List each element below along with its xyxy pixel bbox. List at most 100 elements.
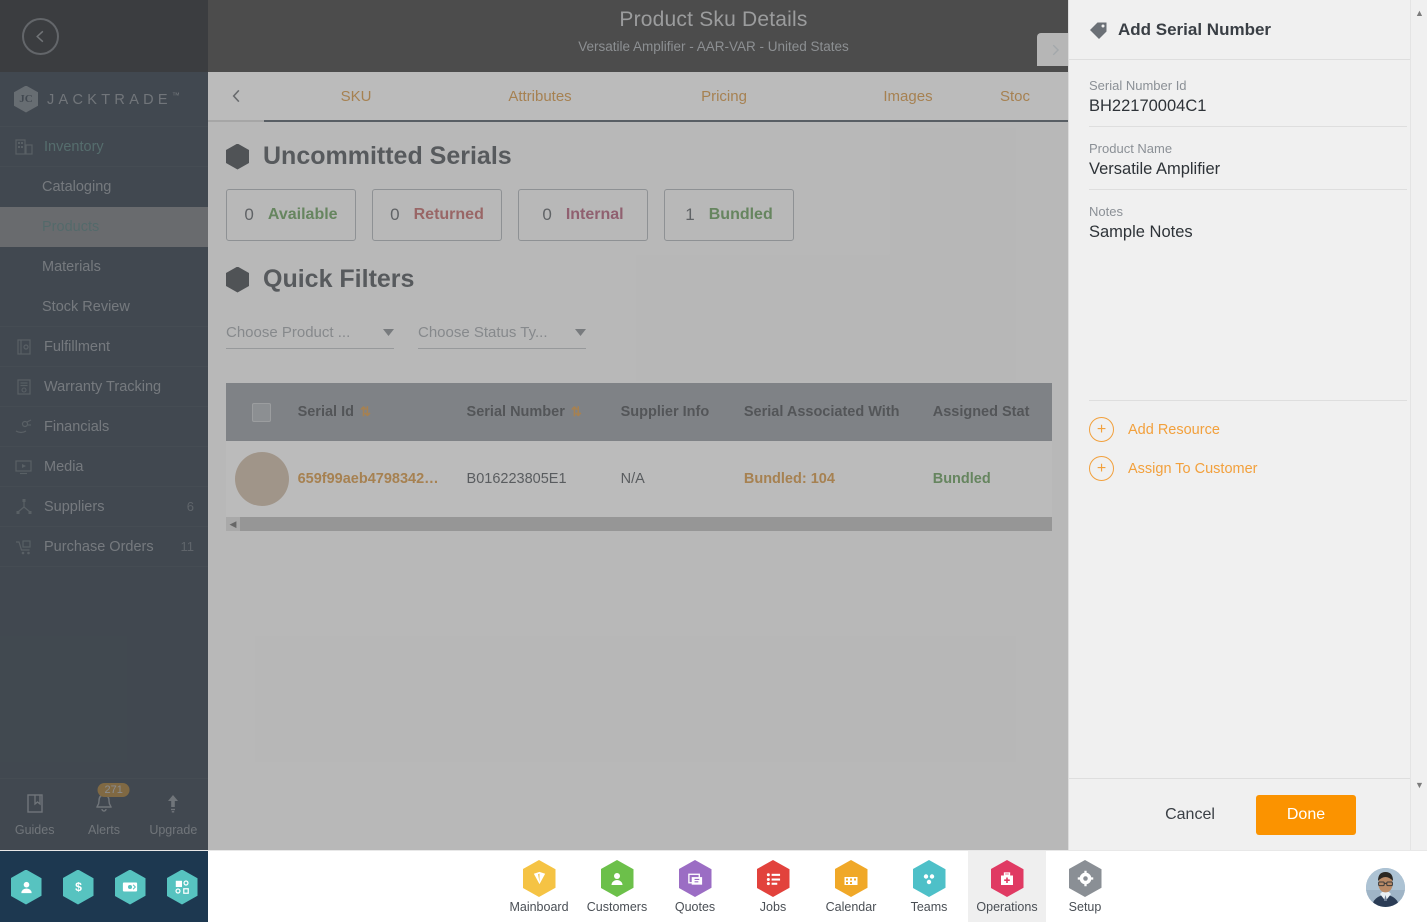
jobs-icon (756, 860, 790, 897)
sidebar-item-purchase-orders[interactable]: Purchase Orders 11 (0, 527, 208, 567)
column-label: Assigned Stat (932, 404, 1030, 420)
upgrade-label: Upgrade (149, 823, 198, 837)
quick-filters-header: Quick Filters (208, 241, 1070, 294)
table-horizontal-scrollbar[interactable]: ◀ (226, 517, 1052, 531)
field-value[interactable]: Versatile Amplifier (1089, 160, 1407, 179)
avatar[interactable] (1366, 868, 1405, 907)
column-header-assigned-status[interactable]: Assigned Stat (933, 404, 1052, 420)
assign-to-customer-label: Assign To Customer (1128, 460, 1258, 477)
status-badge-available[interactable]: 0 Available (226, 189, 356, 241)
status-badge-internal[interactable]: 0 Internal (518, 189, 648, 241)
status-badge-returned[interactable]: 0 Returned (372, 189, 502, 241)
quick-filters-row: Choose Product ... Choose Status Ty... (208, 294, 1070, 349)
bottom-bar: $ Mainboard Customers Quotes Jobs Calend… (0, 850, 1427, 922)
cancel-button[interactable]: Cancel (1140, 794, 1240, 835)
tab-scroll-left-button[interactable] (208, 72, 264, 122)
cell-supplier-info: N/A (620, 471, 645, 487)
alerts-button[interactable]: 271 Alerts (71, 783, 137, 837)
sidebar-item-financials[interactable]: Financials (0, 407, 208, 447)
tab-stock[interactable]: Stoc (1000, 88, 1070, 105)
sidebar-item-label: Cataloging (42, 179, 112, 195)
add-resource-button[interactable]: + Add Resource (1089, 417, 1407, 442)
sidebar-item-materials[interactable]: Materials (0, 247, 208, 287)
field-label: Serial Number Id (1089, 78, 1187, 93)
sidebar-item-fulfillment[interactable]: Fulfillment (0, 327, 208, 367)
sidebar-item-warranty-tracking[interactable]: Warranty Tracking (0, 367, 208, 407)
chevron-down-icon (575, 329, 586, 336)
status-counters: 0 Available 0 Returned 0 Internal 1 Bund… (208, 171, 1070, 241)
column-header-serial-id[interactable]: Serial Id ⇅ (298, 404, 467, 420)
upgrade-button[interactable]: Upgrade (140, 792, 206, 837)
sort-icon[interactable]: ⇅ (360, 404, 371, 420)
bottom-nav-setup[interactable]: Setup (1046, 851, 1124, 922)
sort-icon[interactable]: ⇅ (571, 404, 582, 420)
field-value[interactable]: Sample Notes (1089, 223, 1407, 242)
column-header-supplier-info[interactable]: Supplier Info (621, 404, 744, 420)
quick-filters-title: Quick Filters (263, 265, 415, 293)
field-product-name[interactable]: Product Name Versatile Amplifier (1089, 141, 1407, 190)
scroll-left-arrow-icon[interactable]: ◀ (226, 519, 240, 530)
panel-divider (1089, 400, 1407, 401)
bottom-nav-label: Setup (1068, 900, 1102, 914)
tab-bar: SKU Attributes Pricing Images Stoc (208, 72, 1070, 122)
sidebar-item-label: Purchase Orders (44, 538, 154, 555)
bottom-nav-mainboard[interactable]: Mainboard (500, 851, 578, 922)
select-all-checkbox[interactable] (252, 402, 272, 422)
status-label: Returned (413, 206, 484, 223)
product-filter-placeholder: Choose Product ... (226, 324, 351, 341)
status-filter-select[interactable]: Choose Status Ty... (418, 324, 586, 349)
scroll-thumb[interactable] (240, 517, 1052, 531)
bottom-nav-calendar[interactable]: Calendar (812, 851, 890, 922)
sidebar-item-stock-review[interactable]: Stock Review (0, 287, 208, 327)
suppliers-icon (16, 498, 32, 514)
tab-images[interactable]: Images (816, 88, 1000, 105)
status-badge-bundled[interactable]: 1 Bundled (664, 189, 794, 241)
status-count: 0 (244, 205, 254, 224)
bottom-nav-jobs[interactable]: Jobs (734, 851, 812, 922)
column-header-serial-associated-with[interactable]: Serial Associated With (744, 404, 933, 420)
status-label: Internal (565, 206, 624, 223)
field-value[interactable]: BH22170004C1 (1089, 97, 1407, 116)
assign-to-customer-button[interactable]: + Assign To Customer (1089, 456, 1407, 481)
cell-serial-number: B016223805E1 (466, 471, 567, 487)
tab-attributes[interactable]: Attributes (448, 88, 632, 105)
alerts-label: Alerts (88, 823, 120, 837)
bottom-nav-teams[interactable]: Teams (890, 851, 968, 922)
sidebar-item-media[interactable]: Media (0, 447, 208, 487)
guides-label: Guides (14, 823, 55, 837)
bottom-nav-operations[interactable]: Operations (968, 851, 1046, 922)
bottom-nav-quotes[interactable]: Quotes (656, 851, 734, 922)
add-serial-number-panel: Add Serial Number Serial Number Id BH221… (1068, 0, 1427, 850)
field-notes[interactable]: Notes Sample Notes (1089, 204, 1407, 252)
table-row[interactable]: 659f99aeb4798342… B016223805E1 N/A Bundl… (226, 441, 1052, 517)
chevron-right-icon (1052, 44, 1060, 55)
product-filter-select[interactable]: Choose Product ... (226, 324, 394, 349)
user-icon[interactable] (10, 869, 42, 905)
workflow-icon[interactable] (166, 869, 198, 905)
hexagon-bullet-icon (226, 266, 249, 293)
bottom-nav-label: Operations (976, 900, 1038, 914)
guides-button[interactable]: Guides (2, 792, 68, 837)
scroll-up-arrow-icon[interactable]: ▲ (1413, 8, 1426, 18)
tab-pricing[interactable]: Pricing (632, 88, 816, 105)
sidebar-item-cataloging[interactable]: Cataloging (0, 167, 208, 207)
quotes-icon (678, 860, 712, 897)
cell-serial-id[interactable]: 659f99aeb4798342… (298, 471, 467, 487)
brand-logo[interactable]: JC JACKTRADE™ (0, 72, 208, 127)
bottom-nav-customers[interactable]: Customers (578, 851, 656, 922)
sidebar-item-suppliers[interactable]: Suppliers 6 (0, 487, 208, 527)
sidebar-item-inventory[interactable]: Inventory (0, 127, 208, 167)
tab-sku[interactable]: SKU (264, 88, 448, 105)
sidebar-item-label: Financials (44, 418, 110, 435)
trademark-symbol: ™ (171, 90, 180, 100)
payment-icon[interactable] (114, 869, 146, 905)
scroll-down-arrow-icon[interactable]: ▼ (1413, 780, 1426, 790)
panel-scrollbar[interactable]: ▲ ▼ (1410, 0, 1427, 850)
sidebar-item-products[interactable]: Products (0, 207, 208, 247)
field-serial-number-id[interactable]: Serial Number Id BH22170004C1 (1089, 78, 1407, 127)
table-header-row: Serial Id ⇅ Serial Number ⇅ Supplier Inf… (226, 383, 1052, 441)
brand-name: JACKTRADE™ (47, 91, 180, 108)
done-button[interactable]: Done (1256, 794, 1356, 835)
column-header-serial-number[interactable]: Serial Number ⇅ (467, 404, 621, 420)
dollar-icon[interactable]: $ (62, 869, 94, 905)
